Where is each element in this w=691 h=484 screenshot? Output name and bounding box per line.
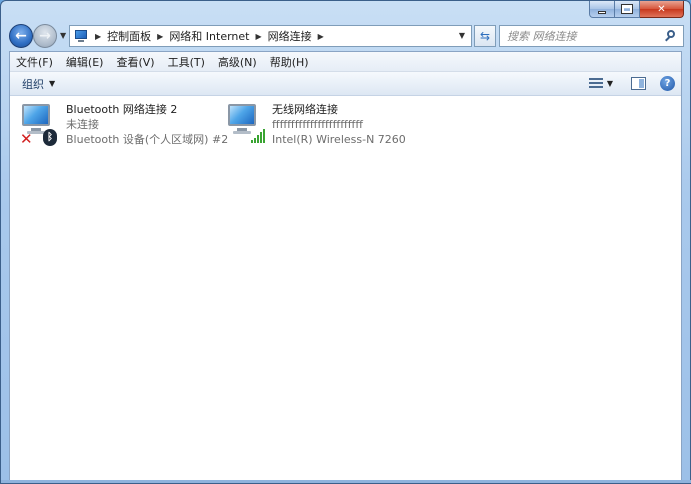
disconnected-x-icon: ✕: [20, 130, 33, 148]
connection-name: Bluetooth 网络连接 2: [66, 103, 178, 116]
monitor-icon: [22, 104, 50, 126]
signal-strength-icon: [251, 129, 267, 143]
close-button[interactable]: ✕: [640, 1, 684, 18]
breadcrumb-separator-icon[interactable]: ▶: [157, 32, 163, 41]
menu-advanced[interactable]: 高级(N): [218, 54, 257, 70]
menu-view[interactable]: 查看(V): [116, 54, 154, 70]
refresh-icon: ⇆: [479, 29, 491, 43]
organize-button[interactable]: 组织 ▼: [22, 76, 55, 92]
breadcrumb-item[interactable]: 控制面板: [107, 28, 151, 44]
menu-edit[interactable]: 编辑(E): [66, 54, 104, 70]
menu-help[interactable]: 帮助(H): [270, 54, 309, 70]
connections-list: ✕ ᛒ Bluetooth 网络连接 2 未连接 Bluetooth 设备(个人…: [10, 96, 681, 482]
connection-status: ffffffffffffffffffffffff: [272, 118, 363, 131]
chevron-down-icon: ▼: [49, 79, 56, 88]
wireless-signal-icon: [226, 102, 266, 146]
breadcrumb-separator-icon[interactable]: ▶: [318, 32, 324, 41]
organize-label: 组织: [22, 77, 44, 91]
address-bar[interactable]: ▶ 控制面板 ▶ 网络和 Internet ▶ 网络连接 ▶ ▼: [69, 25, 472, 47]
address-dropdown-icon[interactable]: ▼: [459, 31, 465, 40]
forward-button[interactable]: →: [33, 24, 57, 48]
connection-device: Intel(R) Wireless-N 7260: [272, 133, 406, 146]
breadcrumb-item[interactable]: 网络和 Internet: [169, 28, 249, 44]
help-icon[interactable]: ?: [660, 76, 675, 91]
breadcrumb-separator-icon[interactable]: ▶: [256, 32, 262, 41]
breadcrumb-item[interactable]: 网络连接: [268, 28, 312, 44]
change-view-icon[interactable]: [588, 77, 603, 90]
list-item-bluetooth-connection[interactable]: ✕ ᛒ Bluetooth 网络连接 2 未连接 Bluetooth 设备(个人…: [20, 102, 228, 147]
caption-buttons: ✕: [589, 1, 684, 18]
control-panel-icon: [73, 29, 89, 43]
search-box[interactable]: 搜索 网络连接: [499, 25, 684, 47]
bluetooth-icon: ᛒ: [43, 129, 57, 146]
navigation-bar: ← → ▼ ▶ 控制面板 ▶ 网络和 Internet ▶ 网络连接 ▶ ▼ ⇆…: [9, 23, 684, 49]
back-arrow-icon: ←: [15, 28, 27, 44]
monitor-icon: [228, 104, 256, 126]
menu-bar: 文件(F) 编辑(E) 查看(V) 工具(T) 高级(N) 帮助(H): [10, 52, 681, 72]
explorer-window: ✕ ← → ▼ ▶ 控制面板 ▶ 网络和 Internet ▶ 网络连接 ▶ ▼…: [0, 0, 691, 484]
forward-arrow-icon: →: [39, 28, 51, 44]
preview-pane-icon[interactable]: [631, 77, 646, 90]
maximize-button[interactable]: [615, 1, 640, 18]
back-button[interactable]: ←: [9, 24, 33, 48]
close-icon: ✕: [657, 3, 666, 15]
menu-tools[interactable]: 工具(T): [168, 54, 205, 70]
minimize-button[interactable]: [589, 1, 615, 18]
search-icon[interactable]: [664, 29, 678, 43]
connection-name: 无线网络连接: [272, 103, 338, 116]
connection-device: Bluetooth 设备(个人区域网) #2: [66, 133, 229, 146]
network-disconnected-bluetooth-icon: ✕ ᛒ: [20, 102, 60, 148]
search-input[interactable]: 搜索 网络连接: [507, 28, 664, 44]
refresh-button[interactable]: ⇆: [474, 25, 496, 47]
minimize-icon: [598, 10, 606, 14]
breadcrumb-separator-icon[interactable]: ▶: [95, 32, 101, 41]
command-bar: 组织 ▼ ▼ ?: [10, 72, 681, 96]
connection-status: 未连接: [66, 118, 99, 131]
menu-file[interactable]: 文件(F): [16, 54, 53, 70]
command-bar-right: ▼ ?: [588, 76, 675, 91]
connection-details: Bluetooth 网络连接 2 未连接 Bluetooth 设备(个人区域网)…: [66, 102, 228, 147]
connection-details: 无线网络连接 ffffffffffffffffffffffff Intel(R)…: [272, 102, 406, 147]
maximize-icon: [621, 4, 633, 14]
recent-pages-dropdown[interactable]: ▼: [60, 31, 66, 40]
view-options-dropdown-icon[interactable]: ▼: [607, 79, 613, 88]
list-item-wireless-connection[interactable]: 无线网络连接 ffffffffffffffffffffffff Intel(R)…: [226, 102, 406, 147]
window-bottom-border: [1, 480, 691, 483]
content-pane: 文件(F) 编辑(E) 查看(V) 工具(T) 高级(N) 帮助(H) 组织 ▼…: [9, 51, 682, 483]
